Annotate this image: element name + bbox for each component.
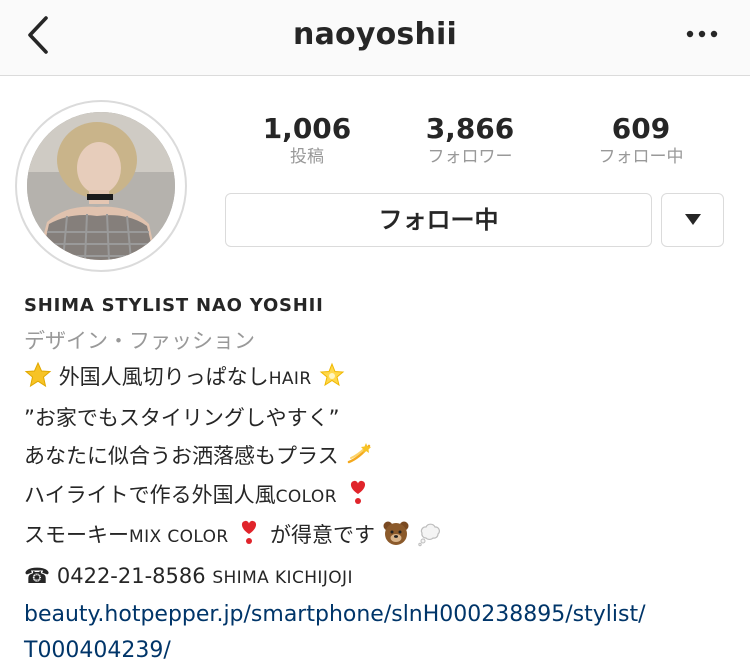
posts-label: 投稿 xyxy=(290,147,324,167)
bio-line-4-caps: COLOR xyxy=(275,486,337,507)
ellipsis-icon[interactable] xyxy=(684,22,724,46)
bio-line-1-text: 外国人風切りっぱなし xyxy=(58,365,269,389)
followers-label: フォロワー xyxy=(427,147,513,167)
bio-line-1-caps: HAIR xyxy=(268,369,312,389)
avatar-ring[interactable] xyxy=(15,100,187,272)
stat-following[interactable]: 609 フォロー中 xyxy=(566,112,716,168)
stat-followers[interactable]: 3,866 フォロワー xyxy=(395,112,545,168)
star-icon xyxy=(24,361,52,388)
profile-photo xyxy=(27,112,175,260)
website-link-line-2[interactable]: T000404239/ xyxy=(24,633,744,665)
dizzy-icon xyxy=(348,443,372,464)
glowing-star-icon xyxy=(319,362,345,387)
bio-line-4: ハイライトで作る外国人風COLOR xyxy=(24,476,744,517)
following-button[interactable]: フォロー中 xyxy=(225,193,652,247)
bio-line-5: スモーキーMIX COLOR が得意です xyxy=(24,516,744,557)
following-count: 609 xyxy=(611,112,671,145)
stat-posts[interactable]: 1,006 投稿 xyxy=(232,112,382,168)
following-label: フォロー中 xyxy=(598,147,684,167)
triangle-down-icon xyxy=(685,214,701,225)
bio-line-1: 外国人風切りっぱなしHAIR xyxy=(24,358,744,399)
posts-count: 1,006 xyxy=(262,112,352,145)
thought-bubble-icon xyxy=(418,523,441,547)
profile-stats: 1,006 投稿 3,866 フォロワー 609 フォロー中 xyxy=(230,112,720,172)
bear-icon xyxy=(383,521,409,545)
page-title: naoyoshii xyxy=(293,17,457,52)
phone-number[interactable]: 0422-21-8586 xyxy=(57,564,206,588)
bio-line-5-text-a: スモーキー xyxy=(24,523,129,547)
heart-exclamation-icon xyxy=(242,520,257,544)
profile-name: SHIMA STYLIST NAO YOSHII xyxy=(24,295,324,316)
avatar[interactable] xyxy=(27,112,175,260)
website-link-line-1[interactable]: beauty.hotpepper.jp/smartphone/slnH00023… xyxy=(24,597,744,633)
followers-count: 3,866 xyxy=(425,112,515,145)
bio-contact-line: ☎ 0422-21-8586 SHIMA KICHIJOJI xyxy=(24,557,744,598)
bio-line-4-text: ハイライトで作る外国人風 xyxy=(24,482,276,507)
bio-line-5-caps: MIX COLOR xyxy=(129,527,229,547)
telephone-icon: ☎ xyxy=(24,563,51,588)
profile-bio: SHIMA STYLIST NAO YOSHII デザイン・ファッション 外国人… xyxy=(24,292,744,665)
top-nav-bar: naoyoshii xyxy=(0,0,750,76)
bio-line-3: あなたに似合うお洒落感もプラス xyxy=(24,437,744,476)
bio-line-2: ”お家でもスタイリングしやすく” xyxy=(24,405,340,430)
bio-line-3-text: あなたに似合うお洒落感もプラス xyxy=(24,444,339,468)
salon-name: SHIMA KICHIJOJI xyxy=(212,567,353,588)
heart-exclamation-icon xyxy=(350,480,365,504)
bio-line-5-text-b: が得意です xyxy=(270,523,376,547)
follow-options-button[interactable] xyxy=(661,193,724,247)
profile-category: デザイン・ファッション xyxy=(24,329,255,353)
